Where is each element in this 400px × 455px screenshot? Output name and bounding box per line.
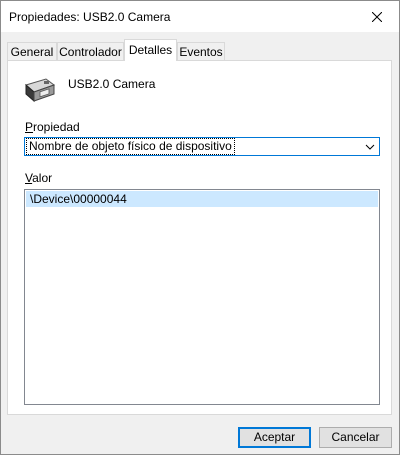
window-title: Propiedades: USB2.0 Camera <box>9 10 171 24</box>
property-label-rest: ropiedad <box>33 120 80 134</box>
tab-eventos[interactable]: Eventos <box>177 42 225 60</box>
accept-button[interactable]: Aceptar <box>238 427 311 448</box>
tab-eventos-label: Eventos <box>179 45 223 59</box>
property-label: Propiedad <box>25 120 80 134</box>
value-label-rest: alor <box>32 171 53 185</box>
tab-general[interactable]: General <box>7 42 57 60</box>
property-selected-value: Nombre de objeto físico de dispositivo <box>26 138 235 155</box>
tab-controlador[interactable]: Controlador <box>57 42 124 60</box>
camera-device-icon <box>24 78 56 103</box>
accept-button-label: Aceptar <box>253 430 296 444</box>
property-select[interactable]: Nombre de objeto físico de dispositivo <box>24 137 380 156</box>
title-bar: Propiedades: USB2.0 Camera <box>1 1 399 32</box>
value-label: Valor <box>25 171 52 185</box>
cancel-button-label: Cancelar <box>331 430 380 444</box>
list-item[interactable]: \Device\00000044 <box>26 191 378 207</box>
cancel-button[interactable]: Cancelar <box>319 427 392 448</box>
chevron-down-icon <box>363 140 377 153</box>
device-name: USB2.0 Camera <box>68 77 156 91</box>
tab-detalles-label: Detalles <box>128 43 173 57</box>
property-label-mnemonic: P <box>25 120 34 134</box>
properties-dialog: Propiedades: USB2.0 Camera General Contr… <box>0 0 400 455</box>
close-icon <box>372 11 382 22</box>
tab-controlador-label: Controlador <box>59 45 122 59</box>
value-listbox[interactable]: \Device\00000044 <box>24 189 380 405</box>
close-button[interactable] <box>355 1 399 32</box>
list-item-text: \Device\00000044 <box>30 192 127 206</box>
tab-general-label: General <box>10 45 54 59</box>
details-panel: USB2.0 Camera Propiedad Nombre de objeto… <box>7 60 392 415</box>
tab-detalles[interactable]: Detalles <box>124 39 177 61</box>
